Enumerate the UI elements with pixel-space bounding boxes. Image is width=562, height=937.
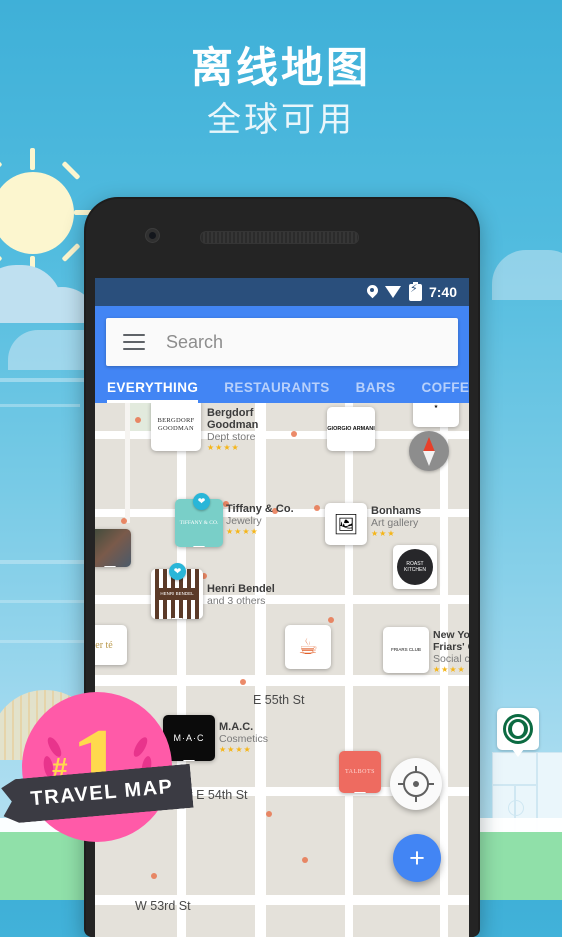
map-dot bbox=[240, 679, 246, 685]
poi-stars: ★★★★ bbox=[433, 665, 466, 674]
poi-name: Tiffany & Co. bbox=[226, 503, 294, 515]
hamburger-menu-icon[interactable] bbox=[123, 334, 145, 350]
search-bar[interactable]: Search bbox=[106, 318, 458, 366]
poi-name: New York Friars' Club bbox=[433, 629, 469, 653]
poi-marker-friars-club[interactable]: FRIARS CLUB bbox=[383, 627, 429, 673]
tab-everything[interactable]: EVERYTHING bbox=[107, 380, 199, 403]
poi-logo-text: ★ bbox=[433, 404, 439, 410]
category-tabs: EVERYTHING RESTAURANTS BARS COFFEE bbox=[95, 376, 469, 403]
poi-name: Bergdorf Goodman bbox=[207, 407, 259, 431]
starbucks-logo-icon bbox=[503, 714, 533, 744]
poi-label-tiffany: Tiffany & Co. Jewelry ★★★★ bbox=[226, 503, 298, 537]
poi-marker-bonhams[interactable]: 🖼 bbox=[325, 503, 367, 545]
battery-charging-icon bbox=[408, 281, 422, 301]
map-dot bbox=[121, 518, 127, 524]
status-bar: 7:40 bbox=[95, 278, 469, 306]
poi-marker-roast-kitchen[interactable]: ROAST KITCHEN bbox=[393, 545, 437, 589]
street-label-e55: E 55th St bbox=[253, 693, 305, 707]
poi-logo-text: BERGDORF GOODMAN bbox=[157, 417, 195, 432]
map-dot bbox=[135, 417, 141, 423]
tab-restaurants[interactable]: RESTAURANTS bbox=[224, 380, 329, 399]
poi-label-friars-club: New York Friars' Club Social club ★★★★ bbox=[433, 629, 469, 675]
headline-subtitle: 全球可用 bbox=[207, 100, 355, 141]
map-road bbox=[255, 403, 266, 937]
poi-category: Art gallery bbox=[371, 517, 419, 529]
crosshair-target-icon bbox=[398, 766, 434, 802]
my-location-button[interactable] bbox=[390, 758, 442, 810]
poi-category: Social club bbox=[433, 653, 469, 665]
bg-road-line bbox=[0, 640, 86, 643]
poi-name: Henri Bendel bbox=[207, 583, 275, 595]
poi-marker-photo[interactable] bbox=[95, 529, 131, 567]
poi-marker-bergdorf-goodman[interactable]: BERGDORF GOODMAN bbox=[151, 403, 201, 451]
poi-logo-text: TALBOTS bbox=[344, 769, 376, 775]
poi-category: and 3 others bbox=[207, 595, 266, 607]
bg-building-circle bbox=[508, 800, 524, 816]
poi-stars: ★★★★ bbox=[219, 745, 252, 754]
wifi-icon bbox=[384, 286, 402, 298]
poi-category: Jewelry bbox=[226, 515, 262, 527]
bg-road-line bbox=[0, 560, 86, 564]
earpiece-speaker bbox=[200, 231, 359, 244]
favorite-heart-icon[interactable]: ❤ bbox=[193, 493, 210, 510]
poi-marker-liberte[interactable]: er té bbox=[95, 625, 127, 665]
map-dot bbox=[151, 873, 157, 879]
map-dot bbox=[328, 617, 334, 623]
headline-block: 离线地图 全球可用 bbox=[0, 43, 562, 141]
starbucks-marker[interactable] bbox=[497, 708, 539, 757]
search-input[interactable]: Search bbox=[166, 332, 223, 353]
map-dot bbox=[302, 857, 308, 863]
bg-road-line bbox=[0, 404, 80, 407]
poi-category: Cosmetics bbox=[219, 733, 269, 745]
add-place-fab[interactable]: + bbox=[393, 834, 441, 882]
location-pin-icon bbox=[367, 285, 378, 300]
tab-coffee[interactable]: COFFEE bbox=[422, 380, 469, 399]
poi-name: M.A.C. bbox=[219, 721, 254, 733]
poi-logo-text: GIORGIO ARMANI bbox=[327, 425, 375, 432]
poi-logo-text: ROAST KITCHEN bbox=[397, 549, 433, 585]
bg-road-line bbox=[0, 600, 86, 603]
poi-marker-partial-top[interactable]: ★ bbox=[413, 403, 459, 427]
poi-marker-coffee[interactable]: ☕ bbox=[285, 625, 331, 669]
poi-logo-text: er té bbox=[95, 639, 113, 651]
poi-stars: ★★★★ bbox=[226, 527, 259, 536]
bg-road-line bbox=[0, 378, 92, 382]
favorite-heart-icon[interactable]: ❤ bbox=[169, 563, 186, 580]
poi-stars: ★★★ bbox=[371, 529, 396, 538]
poi-label-mac: M.A.C. Cosmetics ★★★★ bbox=[219, 721, 281, 755]
poi-logo-text: FRIARS CLUB bbox=[391, 647, 421, 652]
poi-logo-text: TIFFANY & CO. bbox=[179, 519, 219, 526]
app-bar: Search EVERYTHING RESTAURANTS BARS COFFE… bbox=[95, 306, 469, 403]
map-dot bbox=[266, 811, 272, 817]
front-camera-icon bbox=[145, 228, 160, 243]
travel-map-badge: 1 # TRAVEL MAP bbox=[6, 684, 186, 860]
poi-label-henri-bendel: Henri Bendel and 3 others bbox=[207, 583, 287, 607]
status-time: 7:40 bbox=[428, 284, 457, 300]
headline-title: 离线地图 bbox=[190, 43, 371, 92]
street-label-w53: W 53rd St bbox=[135, 899, 191, 913]
map-road-minor bbox=[125, 403, 130, 523]
map-road bbox=[345, 403, 353, 937]
tab-bars[interactable]: BARS bbox=[356, 380, 396, 399]
poi-logo-text: HENRI BENDEL bbox=[156, 588, 198, 600]
map-dot bbox=[291, 431, 297, 437]
poi-label-bergdorf-goodman: Bergdorf Goodman Dept store ★★★★ bbox=[207, 407, 277, 453]
poi-marker-armani[interactable]: GIORGIO ARMANI bbox=[327, 407, 375, 451]
poi-name: Bonhams bbox=[371, 505, 422, 517]
coffee-cup-icon: ☕ bbox=[298, 634, 318, 659]
poi-label-bonhams: Bonhams Art gallery ★★★ bbox=[371, 505, 437, 539]
compass-needle-icon[interactable] bbox=[409, 431, 449, 471]
map-road bbox=[95, 675, 469, 686]
poi-marker-talbots[interactable]: TALBOTS bbox=[339, 751, 381, 793]
poi-stars: ★★★★ bbox=[207, 443, 240, 452]
poi-category: Dept store bbox=[207, 431, 256, 443]
picture-frame-icon: 🖼 bbox=[333, 513, 359, 536]
map-dot bbox=[314, 505, 320, 511]
